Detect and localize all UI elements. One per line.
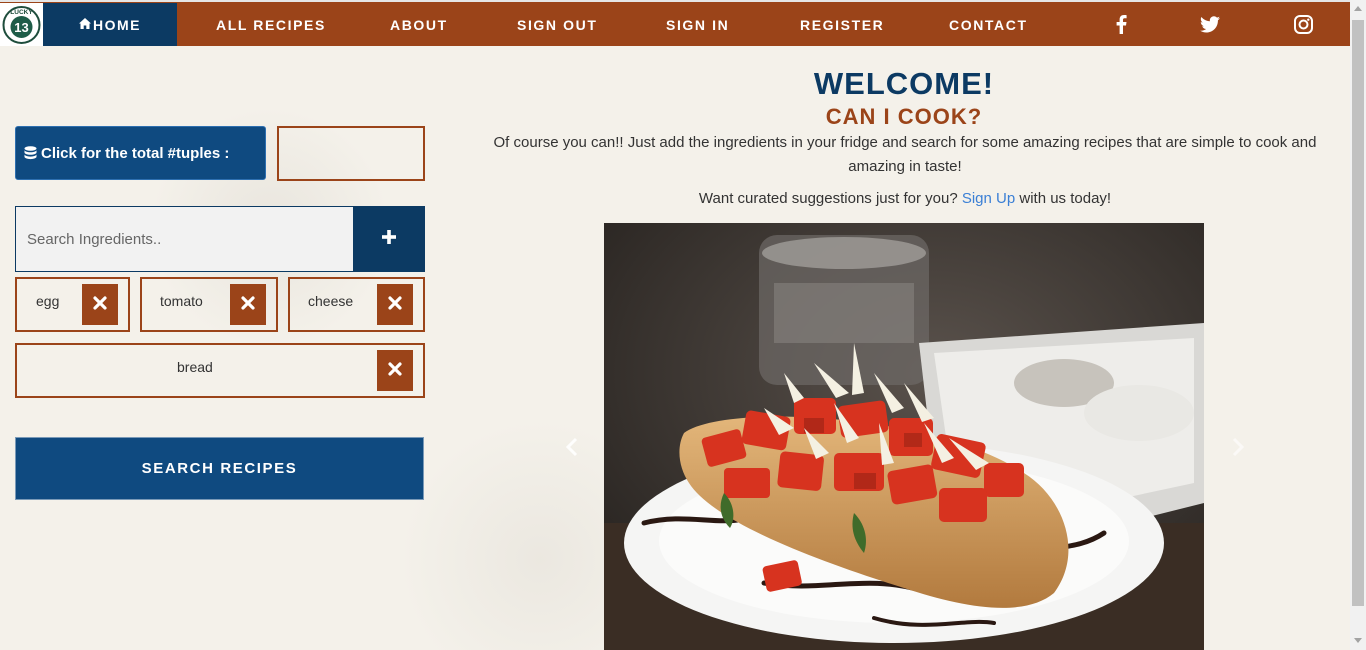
chevron-left-icon <box>565 437 578 462</box>
add-ingredient-button[interactable] <box>353 207 425 271</box>
plus-icon <box>382 229 396 249</box>
ingredient-search-input[interactable] <box>16 207 352 271</box>
page-subtitle: CAN I COOK? <box>825 104 983 129</box>
bruschetta-photo <box>604 223 1204 650</box>
signup-prompt-after: with us today! <box>1019 190 1112 207</box>
facebook-icon[interactable] <box>1110 13 1132 35</box>
remove-ingredient-button[interactable] <box>82 284 118 325</box>
remove-ingredient-button[interactable] <box>377 284 413 325</box>
close-icon <box>388 296 402 313</box>
twitter-icon[interactable] <box>1199 13 1221 35</box>
ingredient-chip-label: tomato <box>160 293 203 309</box>
ingredient-chip-label: egg <box>36 293 60 309</box>
nav-register[interactable]: REGISTER <box>800 3 884 46</box>
nav-sign-out[interactable]: SIGN OUT <box>517 3 597 46</box>
ingredient-search-group <box>15 206 425 272</box>
nav-all-recipes[interactable]: ALL RECIPES <box>216 3 326 46</box>
svg-text:LUCKY: LUCKY <box>10 9 33 16</box>
scrollbar-thumb[interactable] <box>1352 20 1364 606</box>
ingredient-chip: cheese <box>288 277 425 332</box>
intro-text: Of course you can!! Just add the ingredi… <box>493 134 1317 175</box>
total-tuples-button[interactable]: Click for the total #tuples : <box>15 126 266 180</box>
top-navbar: 13 LUCKY HOME ALL RECIPES ABOUT SIGN OUT… <box>0 0 1350 46</box>
signup-prompt: Want curated suggestions just for you? S… <box>480 190 1330 207</box>
page-title: WELCOME! <box>813 66 995 101</box>
nav-home-label: HOME <box>93 16 141 33</box>
ingredient-chip: egg <box>15 277 130 332</box>
nav-home[interactable]: HOME <box>43 3 177 46</box>
scroll-down-icon[interactable] <box>1354 638 1362 643</box>
nav-about[interactable]: ABOUT <box>390 3 448 46</box>
total-tuples-label: Click for the total #tuples : <box>41 144 230 162</box>
svg-text:13: 13 <box>14 20 28 35</box>
home-icon <box>79 17 91 32</box>
chevron-right-icon <box>1232 437 1245 462</box>
nav-contact[interactable]: CONTACT <box>949 3 1028 46</box>
instagram-icon[interactable] <box>1292 13 1314 35</box>
nav-sign-in[interactable]: SIGN IN <box>666 3 729 46</box>
ingredient-chip-label: cheese <box>308 293 354 309</box>
total-tuples-output <box>277 126 425 181</box>
recipe-carousel[interactable] <box>604 223 1204 650</box>
ingredient-chip: tomato <box>140 277 278 332</box>
signup-prompt-before: Want curated suggestions just for you? <box>698 190 958 207</box>
database-icon <box>24 145 37 161</box>
carousel-prev-arrow[interactable] <box>562 435 582 463</box>
sign-up-link[interactable]: Sign Up <box>962 190 1015 207</box>
remove-ingredient-button[interactable] <box>230 284 266 325</box>
close-icon <box>93 296 107 313</box>
search-recipes-button[interactable]: SEARCH RECIPES <box>15 437 424 500</box>
ingredient-chip-label: bread <box>177 359 213 375</box>
ingredient-chip: bread <box>15 343 425 398</box>
scroll-up-icon[interactable] <box>1354 6 1362 11</box>
carousel-next-arrow[interactable] <box>1228 435 1248 463</box>
close-icon <box>241 296 255 313</box>
close-icon <box>388 362 402 379</box>
site-logo[interactable]: 13 LUCKY <box>0 3 43 46</box>
remove-ingredient-button[interactable] <box>377 350 413 391</box>
